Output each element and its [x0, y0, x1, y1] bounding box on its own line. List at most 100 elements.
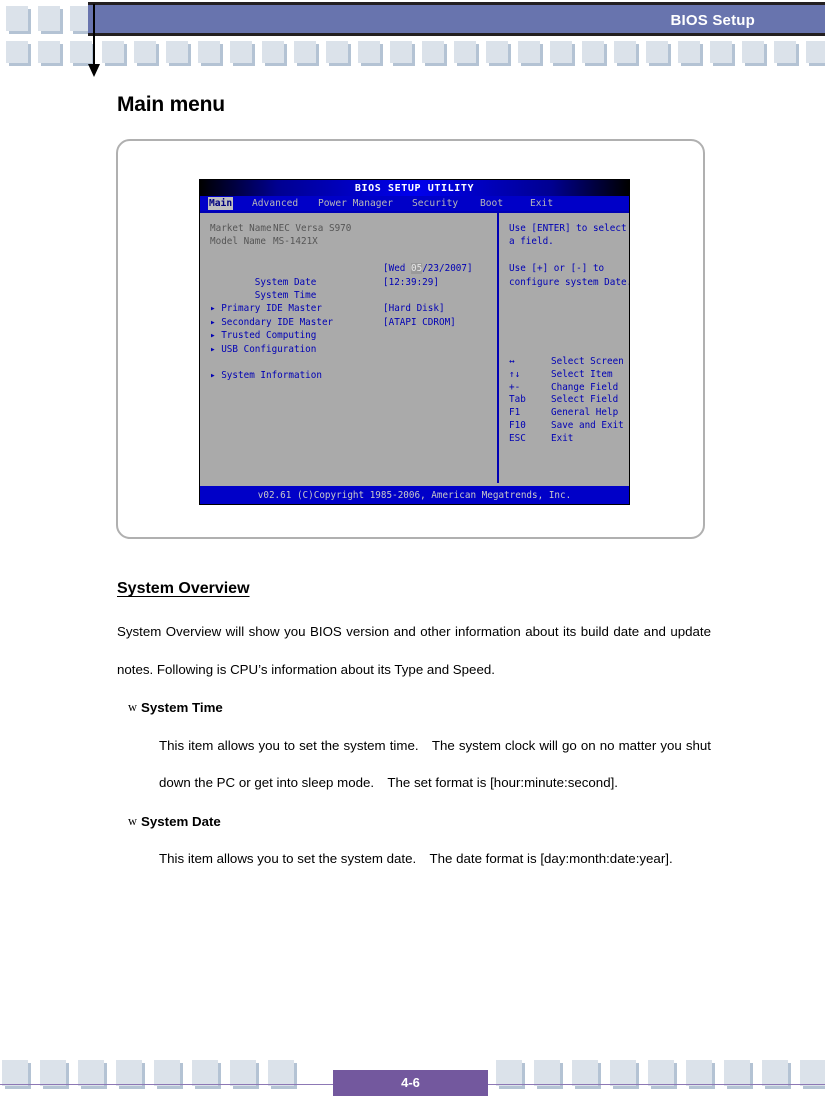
- decorative-square: [40, 1060, 66, 1086]
- bios-key: F10: [509, 419, 526, 431]
- bios-menu-item[interactable]: ▸ System Information: [210, 369, 497, 382]
- bios-menu-item[interactable]: ▸ Trusted Computing: [210, 329, 497, 342]
- decorative-square: [38, 6, 60, 31]
- date-selected-field[interactable]: 05: [411, 263, 423, 275]
- bios-help-line: configure system Date.: [509, 276, 630, 288]
- decorative-square: [2, 1060, 28, 1086]
- bios-key-legend-row: F1 General Help: [509, 406, 629, 419]
- decorative-square: [724, 1060, 750, 1086]
- bios-key: ESC: [509, 432, 526, 444]
- bios-key-desc: Select Item: [551, 368, 613, 380]
- bios-tab-boot[interactable]: Boot: [480, 197, 503, 210]
- bullet-item-body: This item allows you to set the system d…: [159, 851, 673, 866]
- bios-system-date-value[interactable]: [Wed 05/23/2007]: [383, 262, 473, 275]
- bios-tab-advanced[interactable]: Advanced: [252, 197, 298, 210]
- bios-tab-power-manager[interactable]: Power Manager: [318, 197, 393, 210]
- bios-menu-item-value: [ATAPI CDROM]: [383, 316, 456, 328]
- pointer-arrow-line: [93, 4, 95, 72]
- bios-menu-item-label: System Information: [221, 370, 322, 382]
- decorative-square: [70, 41, 92, 63]
- triangle-right-icon: ▸: [210, 370, 222, 382]
- bios-key-desc: Save and Exit: [551, 419, 624, 431]
- section-heading: System Overview: [117, 580, 250, 597]
- bios-tab-main[interactable]: Main: [208, 197, 234, 211]
- decorative-square: [710, 41, 732, 63]
- decorative-square: [534, 1060, 560, 1086]
- bios-key-legend-row: ↑↓ Select Item: [509, 368, 629, 381]
- page-title: Main menu: [117, 93, 225, 116]
- bullet-items: w System Time This item allows you to set …: [117, 689, 711, 878]
- decorative-square: [38, 41, 60, 63]
- page-number-box: 4-6: [333, 1070, 488, 1096]
- decorative-square: [800, 1060, 825, 1086]
- triangle-right-icon: ▸: [210, 330, 222, 342]
- bios-titlebar: BIOS SETUP UTILITY: [200, 180, 629, 196]
- header-title: BIOS Setup: [670, 12, 755, 29]
- decorative-square: [262, 41, 284, 63]
- bios-key: ↑↓: [509, 368, 521, 380]
- decorative-square: [268, 1060, 294, 1086]
- triangle-right-icon: ▸: [210, 316, 222, 328]
- pointer-arrow-head-icon: [88, 64, 100, 77]
- intro-paragraph: System Overview will show you BIOS versi…: [117, 624, 711, 677]
- decorative-square: [572, 1060, 598, 1086]
- bios-menu-item[interactable]: ▸ Primary IDE Master [Hard Disk]: [210, 302, 497, 315]
- bios-menu-item[interactable]: ▸ USB Configuration: [210, 343, 497, 356]
- bios-key-legend-row: ESC Exit: [509, 432, 629, 445]
- bios-menu-item-label: Trusted Computing: [221, 330, 317, 342]
- decorative-square: [806, 41, 825, 63]
- decorative-square: [230, 41, 252, 63]
- bios-info-value: NEC Versa S970: [273, 223, 352, 234]
- decorative-square: [648, 1060, 674, 1086]
- bios-key-desc: Exit: [551, 432, 574, 444]
- bios-help-line: Use [+] or [-] to: [509, 263, 605, 275]
- header-bar: BIOS Setup: [88, 2, 825, 36]
- bios-info-label: Model Name: [210, 236, 266, 248]
- page-header: BIOS Setup: [0, 0, 825, 77]
- bios-info-value: MS-1421X: [273, 236, 318, 248]
- decorative-square: [390, 41, 412, 63]
- bios-tab-security[interactable]: Security: [412, 197, 458, 210]
- triangle-right-icon: ▸: [210, 303, 222, 315]
- decorative-square: [358, 41, 380, 63]
- decorative-square: [550, 41, 572, 63]
- decorative-square: [486, 41, 508, 63]
- bios-setup-screenshot: BIOS SETUP UTILITY Main Advanced Power Man…: [199, 179, 630, 505]
- decorative-square: [154, 1060, 180, 1086]
- bios-key-desc: Change Field: [551, 381, 619, 393]
- bios-menu-item-label: Secondary IDE Master: [221, 316, 334, 328]
- bios-submenu-list-2: ▸ System Information: [210, 369, 497, 382]
- main-content: System Overview System Overview will sho…: [117, 580, 711, 878]
- decorative-square: [166, 41, 188, 63]
- decorative-square: [116, 1060, 142, 1086]
- date-suffix: /23/2007]: [422, 263, 473, 275]
- decorative-square: [496, 1060, 522, 1086]
- decorative-square: [198, 41, 220, 63]
- decorative-square: [762, 1060, 788, 1086]
- bios-copyright: v02.61 (C)Copyright 1985-2006, American …: [200, 486, 629, 504]
- bios-key: +-: [509, 381, 521, 393]
- bios-key: F1: [509, 407, 521, 419]
- bios-tab-exit[interactable]: Exit: [530, 197, 553, 210]
- bios-system-date-row[interactable]: System Date [Wed 05/23/2007]: [210, 262, 497, 288]
- bios-system-time-row[interactable]: System Time [12:39:29]: [210, 276, 497, 301]
- bios-system-time-value[interactable]: [12:39:29]: [383, 276, 439, 289]
- bios-menu-item[interactable]: ▸ Secondary IDE Master [ATAPI CDROM]: [210, 316, 497, 329]
- bios-key-legend-row: +- Change Field: [509, 381, 629, 394]
- decorative-square: [102, 41, 124, 63]
- decorative-square: [646, 41, 668, 63]
- decorative-square: [134, 41, 156, 63]
- decorative-square: [192, 1060, 218, 1086]
- bullet-item-body: This item allows you to set the system t…: [159, 737, 711, 791]
- bios-menu-item-value: [Hard Disk]: [383, 303, 445, 315]
- bios-key-legend-row: F10 Save and Exit: [509, 419, 629, 432]
- decorative-square: [230, 1060, 256, 1086]
- decorative-square: [678, 41, 700, 63]
- decorative-square: [518, 41, 540, 63]
- bios-info-rows: Market Name NEC Versa S970 Model Name MS-14…: [210, 222, 497, 249]
- decorative-square: [78, 1060, 104, 1086]
- decorative-square: [422, 41, 444, 63]
- bullet-title-text: System Time: [141, 700, 223, 715]
